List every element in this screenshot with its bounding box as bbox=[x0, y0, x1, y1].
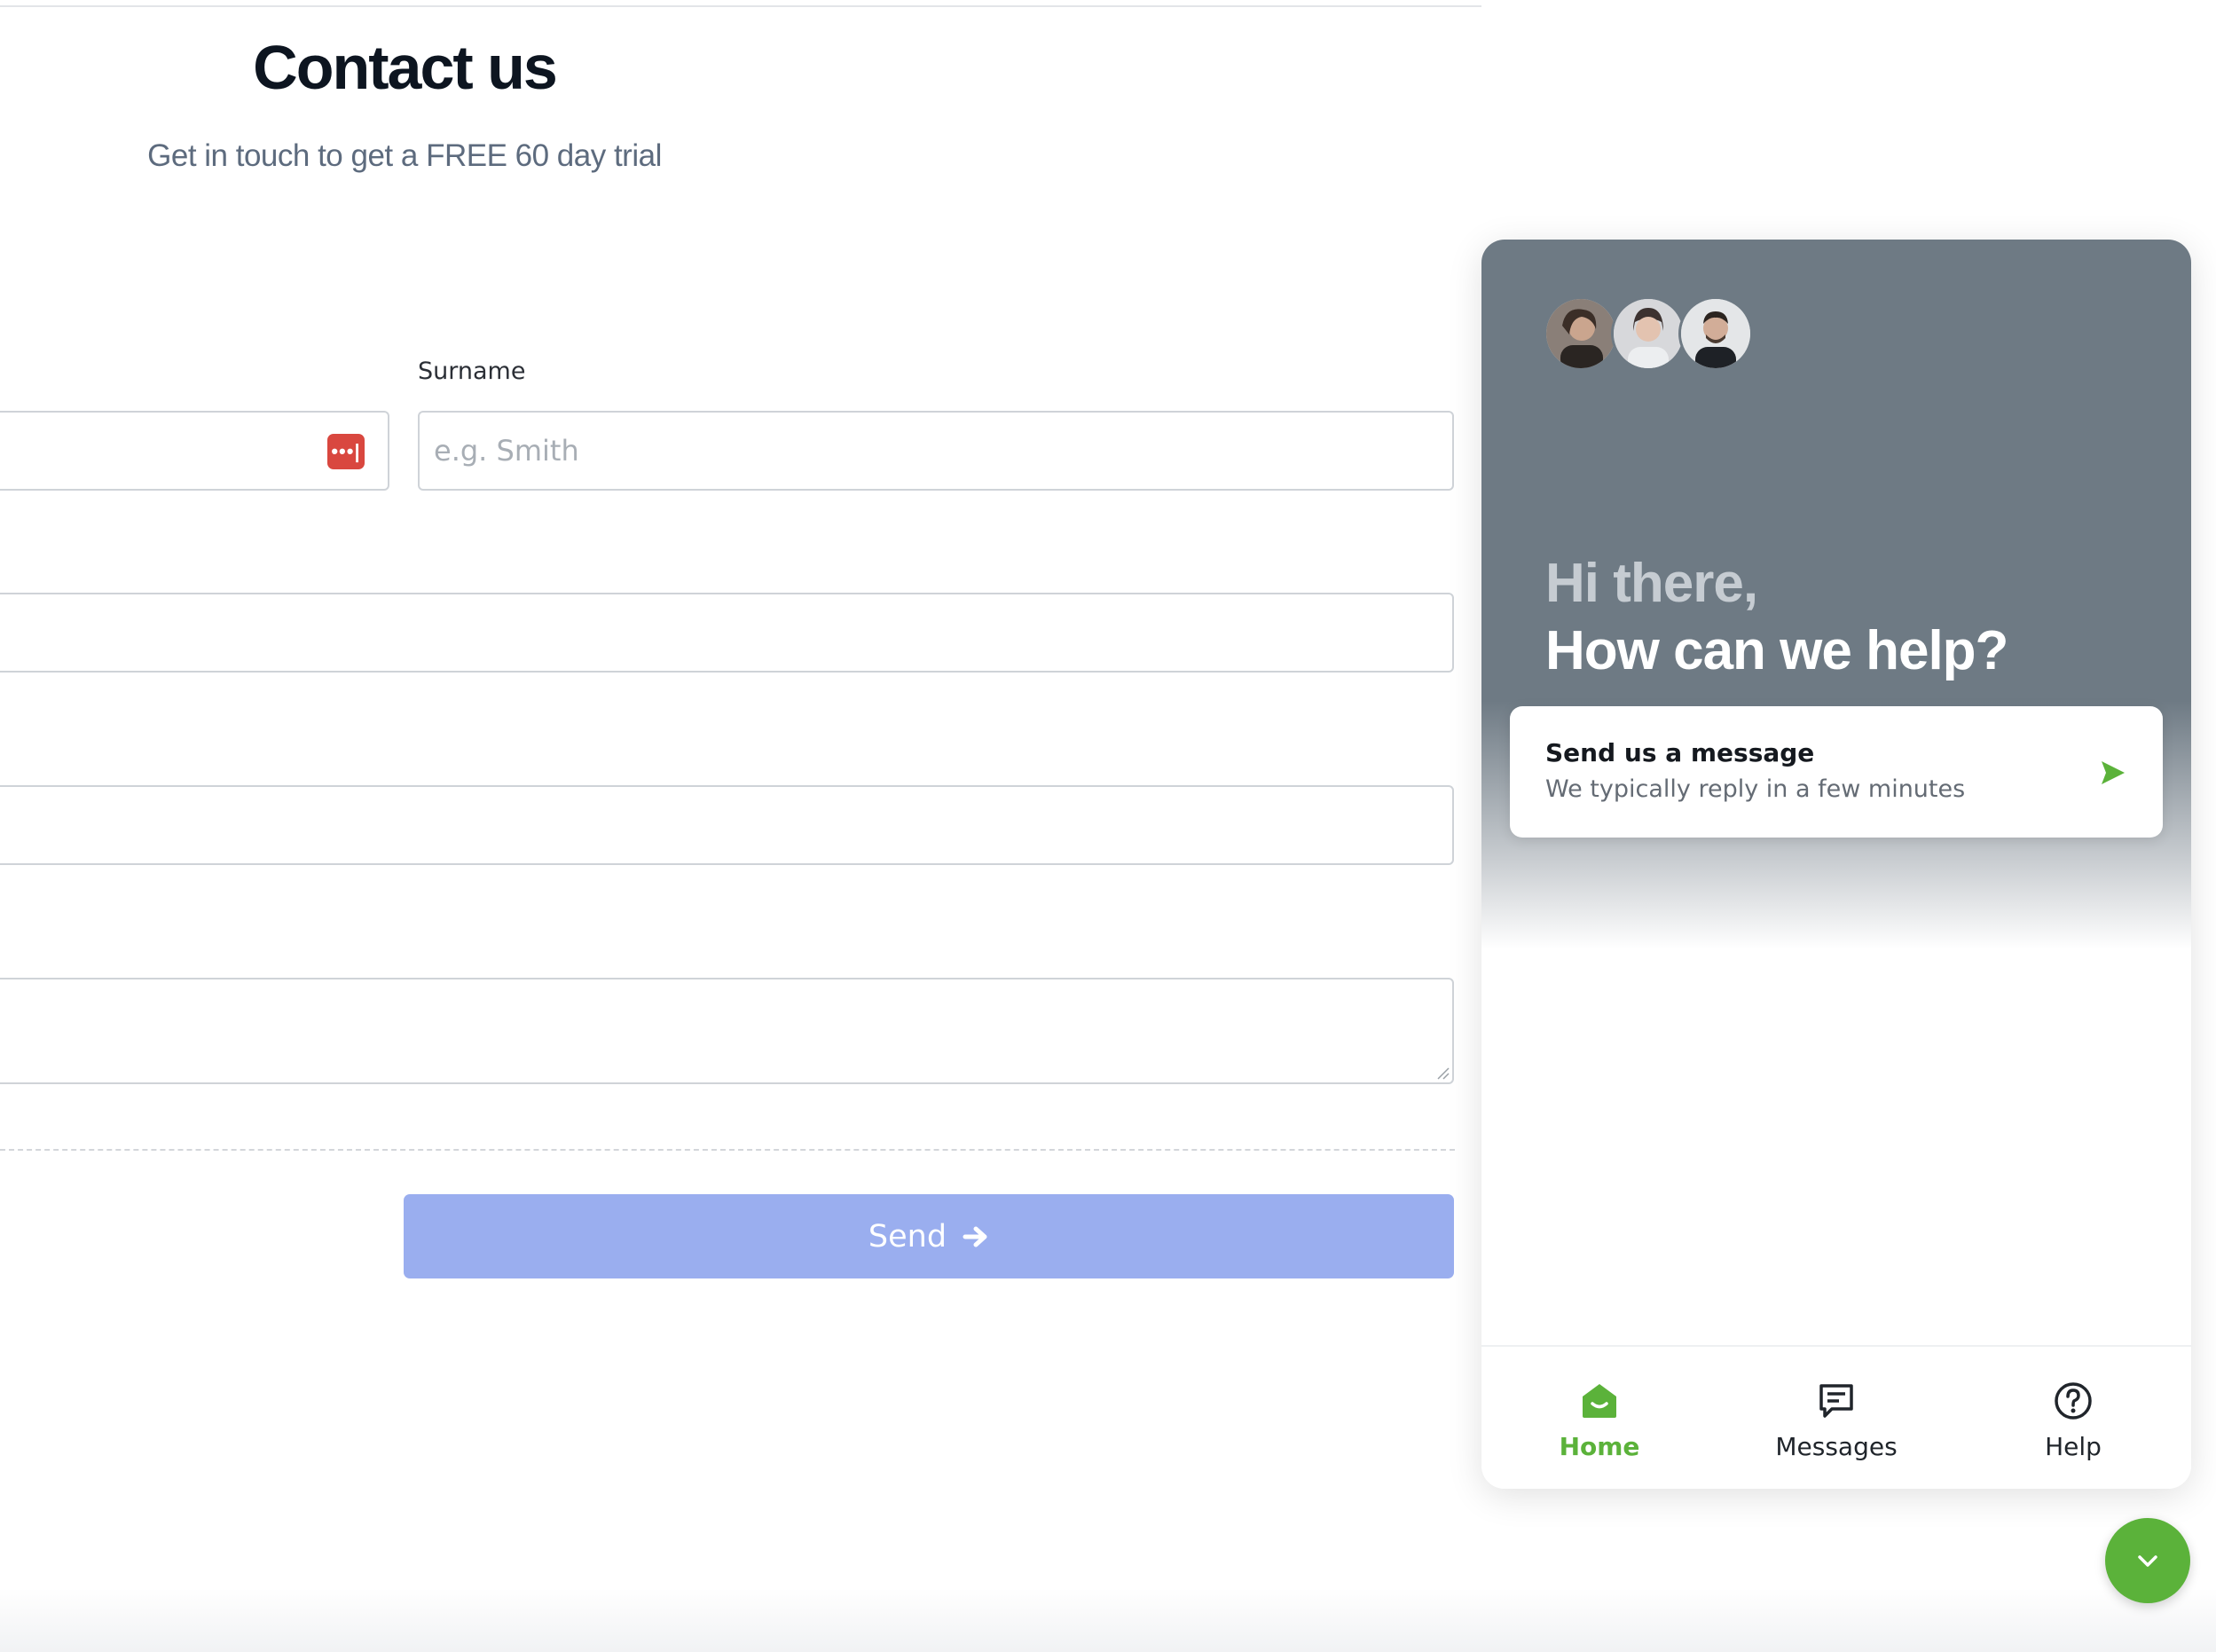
send-message-title: Send us a message bbox=[1545, 738, 1815, 767]
arrow-right-icon bbox=[963, 1226, 987, 1247]
page-title: Contact us bbox=[253, 33, 558, 102]
surname-label: Surname bbox=[418, 358, 526, 385]
send-button-label: Send bbox=[868, 1218, 947, 1255]
send-message-subtitle: We typically reply in a few minutes bbox=[1545, 775, 1966, 803]
messages-icon bbox=[1819, 1384, 1853, 1418]
nav-home-label: Home bbox=[1559, 1432, 1640, 1461]
home-icon bbox=[1583, 1384, 1616, 1418]
nav-help[interactable]: Help bbox=[1955, 1347, 2191, 1489]
page-bottom-fade bbox=[0, 1588, 2216, 1652]
chevron-down-icon bbox=[2138, 1555, 2157, 1567]
top-divider bbox=[0, 5, 1481, 7]
surname-placeholder: e.g. Smith bbox=[434, 434, 579, 468]
greeting-line-1: Hi there, bbox=[1545, 553, 1758, 614]
company-input[interactable] bbox=[0, 785, 1454, 865]
message-textarea[interactable] bbox=[0, 978, 1454, 1084]
send-arrow-icon bbox=[2102, 761, 2125, 784]
greeting-line-2: How can we help? bbox=[1545, 620, 2008, 681]
resize-grip-icon[interactable] bbox=[1435, 1066, 1450, 1080]
nav-home[interactable]: Home bbox=[1481, 1347, 1717, 1489]
surname-input[interactable]: e.g. Smith bbox=[418, 411, 1454, 491]
avatar bbox=[1611, 296, 1686, 371]
close-widget-button[interactable] bbox=[2105, 1518, 2190, 1603]
send-message-card[interactable]: Send us a message We typically reply in … bbox=[1510, 706, 2163, 838]
form-divider bbox=[0, 1149, 1455, 1151]
help-icon bbox=[2055, 1382, 2092, 1420]
nav-messages-label: Messages bbox=[1775, 1432, 1898, 1461]
avatar bbox=[1678, 296, 1753, 371]
first-name-input[interactable]: •••| bbox=[0, 411, 389, 491]
nav-messages[interactable]: Messages bbox=[1718, 1347, 1954, 1489]
nav-help-label: Help bbox=[2045, 1432, 2102, 1461]
avatar bbox=[1544, 296, 1618, 371]
send-button[interactable]: Send bbox=[404, 1194, 1454, 1278]
password-manager-icon[interactable]: •••| bbox=[327, 434, 365, 469]
widget-nav: Home Messages Help bbox=[1481, 1345, 2191, 1489]
widget-header: Hi there, How can we help? bbox=[1481, 240, 2191, 949]
email-input[interactable] bbox=[0, 593, 1454, 673]
chat-widget: Hi there, How can we help? Send us a mes… bbox=[1481, 240, 2191, 1489]
page-subtitle: Get in touch to get a FREE 60 day trial bbox=[147, 138, 662, 173]
